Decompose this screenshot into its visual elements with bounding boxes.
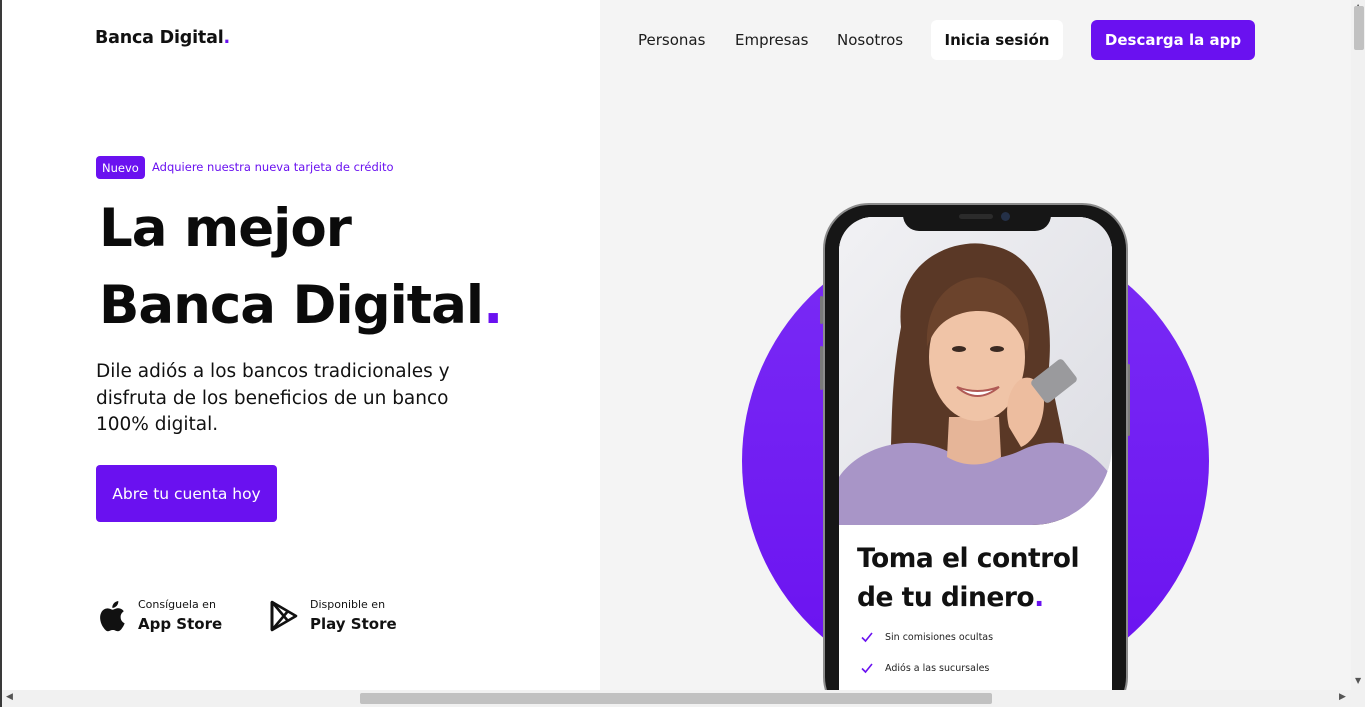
- login-button[interactable]: Inicia sesión: [931, 20, 1063, 60]
- play-store-label: Play Store: [310, 615, 397, 633]
- nav-nosotros[interactable]: Nosotros: [837, 31, 903, 49]
- feature-text: Adiós a las sucursales: [885, 662, 990, 674]
- app-store-caption: Consíguela en: [138, 598, 216, 611]
- phone-headline-text: de tu dinero: [857, 582, 1035, 613]
- woman-with-card-photo: [839, 217, 1112, 525]
- logo-text: Banca Digital: [95, 28, 224, 48]
- headline-line-2: Banca Digital.: [99, 279, 503, 332]
- play-store-link[interactable]: Disponible en Play Store: [268, 598, 397, 634]
- play-store-icon: [268, 600, 300, 632]
- horizontal-scrollbar[interactable]: ◀ ▶: [2, 690, 1365, 707]
- phone-mockup: Toma el control de tu dinero. Sin comisi…: [823, 203, 1128, 707]
- front-camera: [1001, 212, 1010, 221]
- scroll-down-arrow-icon[interactable]: ▼: [1355, 676, 1361, 685]
- play-store-caption: Disponible en: [310, 598, 386, 611]
- phone-screen: Toma el control de tu dinero. Sin comisi…: [839, 217, 1112, 707]
- page: Banca Digital. Personas Empresas Nosotro…: [0, 0, 1365, 707]
- feature-text: Sin comisiones ocultas: [885, 631, 994, 643]
- credit-card-announcement-link[interactable]: Adquiere nuestra nueva tarjeta de crédit…: [152, 160, 393, 174]
- headline-line-1: La mejor: [99, 198, 352, 259]
- headline-text: Banca Digital: [99, 275, 484, 336]
- headline-dot: .: [483, 275, 503, 336]
- scroll-right-arrow-icon[interactable]: ▶: [1339, 692, 1346, 702]
- phone-headline-dot: .: [1034, 582, 1044, 613]
- logo-dot: .: [223, 28, 231, 48]
- phone-headline: Toma el control de tu dinero.: [857, 539, 1080, 617]
- check-icon: [861, 663, 873, 674]
- open-account-button[interactable]: Abre tu cuenta hoy: [96, 465, 277, 522]
- apple-icon: [96, 600, 128, 632]
- app-store-link[interactable]: Consíguela en App Store: [96, 598, 222, 634]
- logo[interactable]: Banca Digital.: [95, 28, 230, 48]
- phone-notch: [903, 205, 1051, 231]
- nav-empresas[interactable]: Empresas: [735, 31, 809, 49]
- vertical-scrollbar[interactable]: ▲ ▼: [1351, 0, 1365, 690]
- speaker-grille: [959, 214, 993, 219]
- new-badge: Nuevo: [96, 156, 145, 179]
- nav-personas[interactable]: Personas: [638, 31, 705, 49]
- vertical-scroll-thumb[interactable]: [1354, 6, 1364, 50]
- horizontal-scroll-thumb[interactable]: [360, 693, 992, 704]
- check-icon: [861, 632, 873, 643]
- phone-headline-line-1: Toma el control: [857, 543, 1080, 574]
- hero-subtext: Dile adiós a los bancos tradicionales y …: [96, 361, 450, 435]
- download-app-button[interactable]: Descarga la app: [1091, 20, 1255, 60]
- feature-item: Sin comisiones ocultas: [861, 631, 993, 643]
- scroll-left-arrow-icon[interactable]: ◀: [6, 692, 13, 702]
- feature-item: Adiós a las sucursales: [861, 662, 989, 674]
- phone-headline-line-2: de tu dinero.: [857, 578, 1079, 617]
- app-store-label: App Store: [138, 615, 223, 633]
